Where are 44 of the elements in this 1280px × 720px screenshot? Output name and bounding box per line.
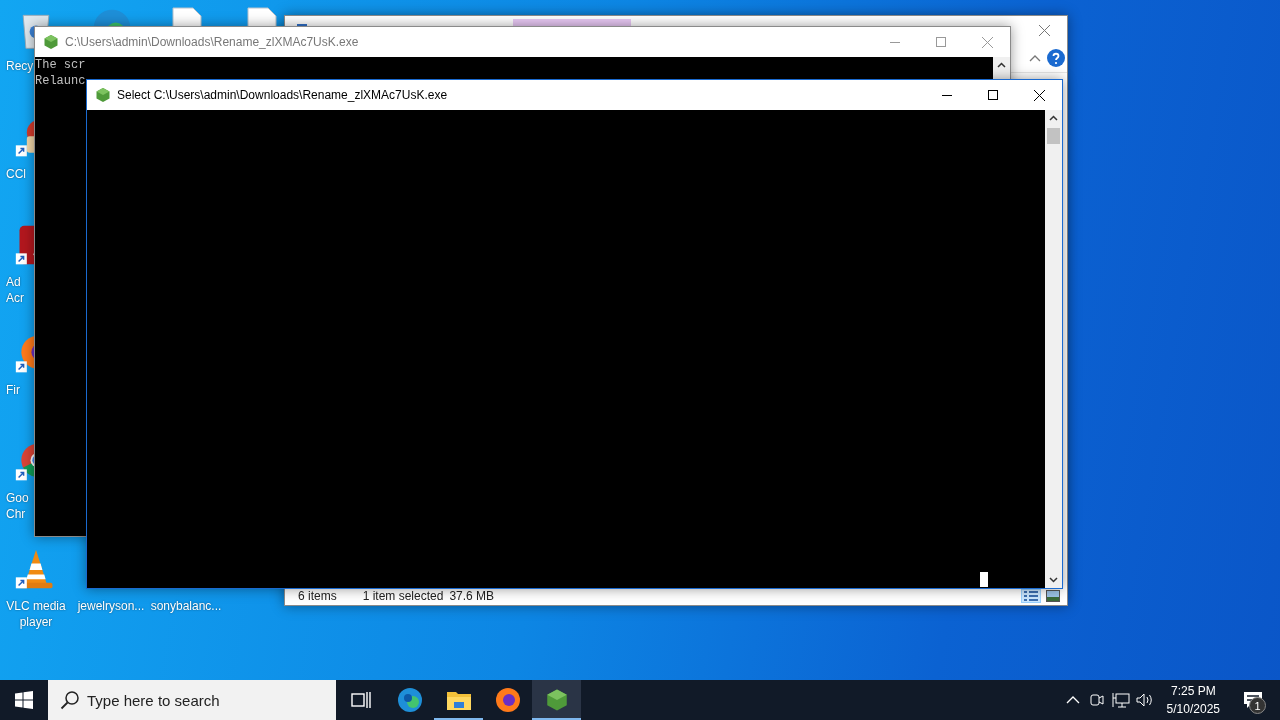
desktop-icon-label[interactable]: Recy bbox=[0, 58, 34, 74]
window-title: C:\Users\admin\Downloads\Rename_zlXMAc7UsK.exe bbox=[65, 35, 360, 49]
close-icon bbox=[981, 36, 993, 48]
console-line: Relaunc bbox=[35, 73, 87, 89]
clock-date[interactable]: 5/10/2025 bbox=[1166, 700, 1220, 718]
status-text: 1 item selected bbox=[362, 589, 444, 603]
maximize-icon bbox=[988, 90, 998, 100]
thumbnail-view-button[interactable] bbox=[1043, 589, 1063, 603]
chevron-up-icon[interactable] bbox=[1029, 54, 1041, 62]
list-icon bbox=[1024, 590, 1038, 602]
desktop-icon-label[interactable]: VLC media player bbox=[6, 598, 66, 630]
close-icon bbox=[1033, 89, 1045, 101]
volume-icon bbox=[1135, 692, 1154, 708]
app-icon bbox=[396, 687, 423, 713]
close-icon bbox=[1038, 24, 1050, 36]
desktop-icon-label[interactable]: CCl bbox=[0, 166, 26, 182]
image-icon bbox=[1046, 590, 1060, 602]
status-text: 6 items bbox=[298, 589, 337, 603]
search-field[interactable]: Type here to search bbox=[48, 680, 336, 720]
network-icon bbox=[1111, 692, 1130, 708]
desktop-icon-label[interactable]: Ad Acr bbox=[0, 274, 24, 306]
console-line: The scr bbox=[35, 57, 87, 73]
maximize-icon bbox=[936, 37, 946, 47]
desktop-icon-label[interactable]: jewelryson... bbox=[77, 598, 145, 614]
details-view-button[interactable] bbox=[1021, 589, 1041, 603]
window-title: Select C:\Users\admin\Downloads\Rename_zlXMAc7UsK.exe bbox=[117, 88, 449, 102]
cube-icon bbox=[544, 687, 569, 713]
chevron-up-icon bbox=[1065, 696, 1080, 704]
desktop-icon-label[interactable]: sonybalanc... bbox=[150, 598, 222, 614]
camera-icon bbox=[1089, 692, 1104, 708]
task-view-icon bbox=[350, 691, 371, 709]
search-icon bbox=[60, 690, 80, 710]
desktop-icon-label[interactable]: Fir bbox=[0, 382, 20, 398]
status-text: 37.6 MB bbox=[449, 589, 495, 603]
desktop-icon-label[interactable]: Goo Chr bbox=[0, 490, 29, 522]
help-icon[interactable] bbox=[1047, 49, 1065, 67]
start-icon bbox=[15, 691, 33, 709]
cube-icon bbox=[43, 34, 59, 50]
scrollbar-thumb[interactable] bbox=[1047, 128, 1060, 144]
clock-time[interactable]: 7:25 PM bbox=[1170, 682, 1216, 700]
notifications-button[interactable]: 1 bbox=[1230, 680, 1276, 720]
taskbar-button[interactable] bbox=[532, 680, 581, 720]
cube-icon bbox=[95, 87, 111, 103]
app-icon bbox=[494, 687, 521, 713]
